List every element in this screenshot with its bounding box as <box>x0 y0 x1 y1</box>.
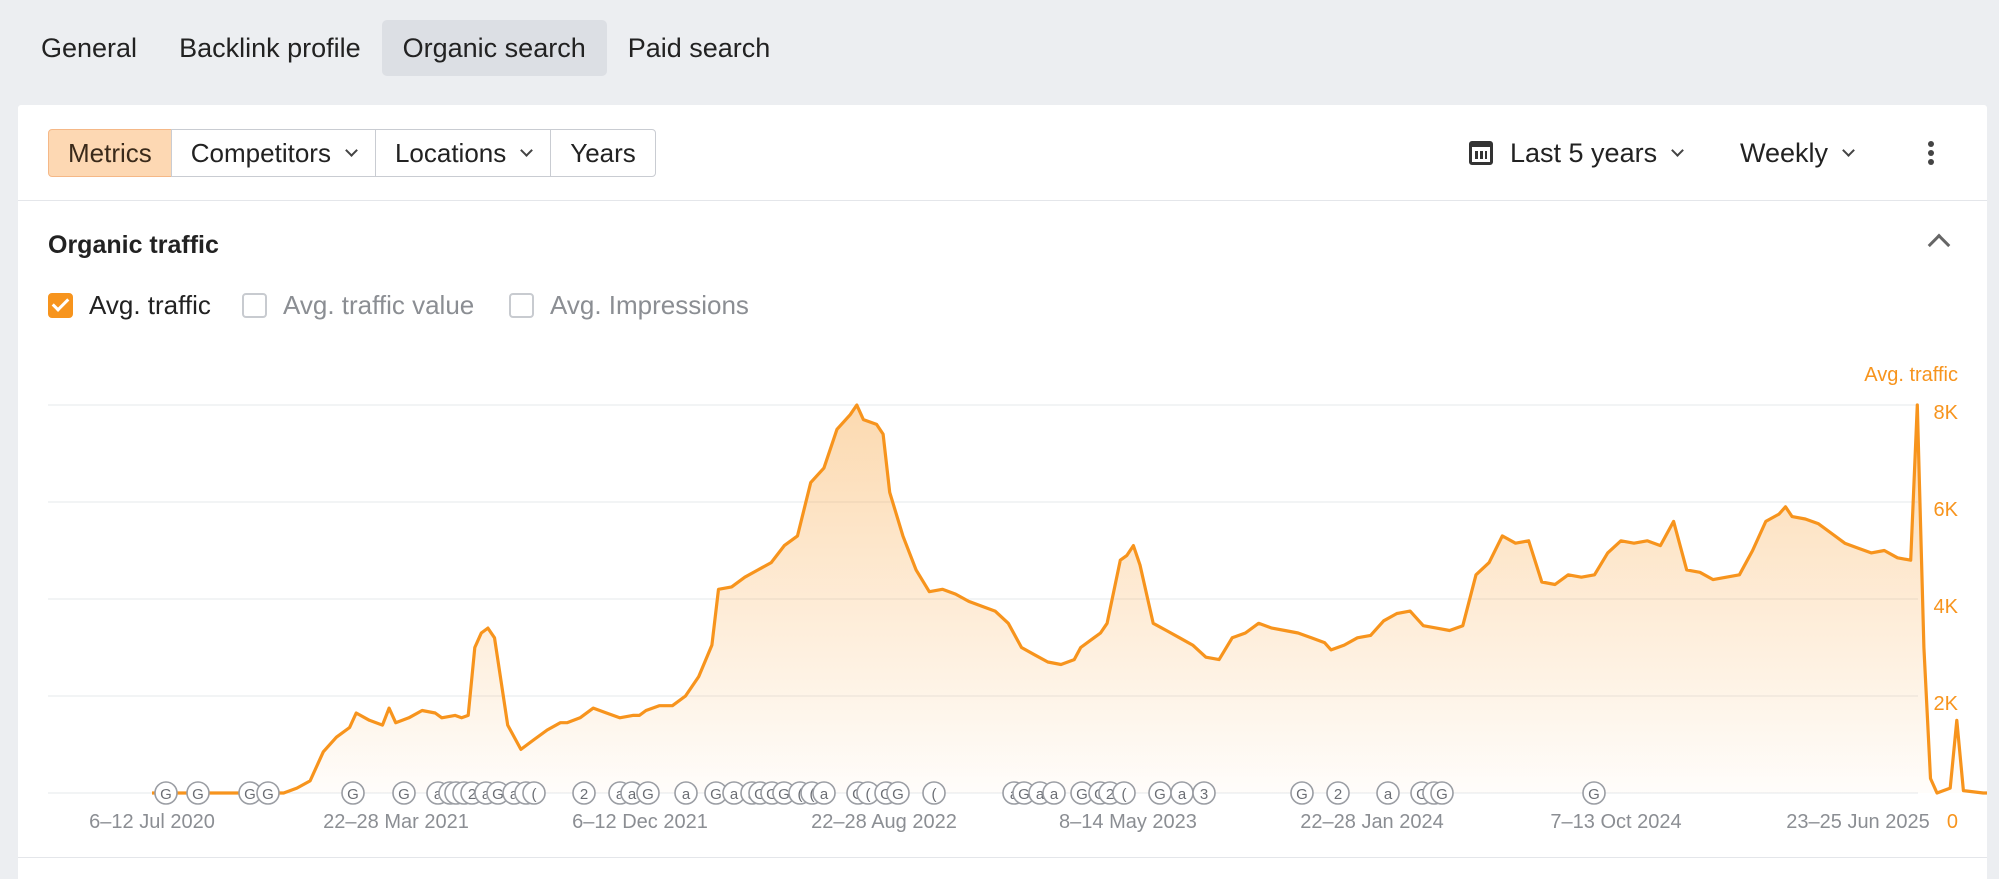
event-marker-label: G <box>1588 786 1600 803</box>
event-marker-label: G <box>892 786 904 803</box>
event-marker-label: a <box>1050 786 1059 803</box>
report-panel: Metrics Competitors Locations Years Last… <box>18 105 1987 879</box>
x-tick-label: 7–13 Oct 2024 <box>1550 811 1681 833</box>
event-marker-label: 3 <box>1200 786 1208 803</box>
event-marker-label: G <box>1296 786 1308 803</box>
event-marker-label: a <box>730 786 739 803</box>
event-marker-label: a <box>820 786 829 803</box>
x-tick-label: 22–28 Jan 2024 <box>1300 811 1443 833</box>
x-tick-label: 6–12 Jul 2020 <box>89 811 215 833</box>
event-marker-label: G <box>244 786 256 803</box>
event-marker-label: G <box>1154 786 1166 803</box>
event-marker-label: G <box>192 786 204 803</box>
y-tick-label: 0 <box>1947 811 1958 833</box>
nav-tabs: General Backlink profile Organic search … <box>20 20 791 76</box>
event-marker-label: G <box>710 786 722 803</box>
event-marker-label: a <box>1384 786 1393 803</box>
event-marker-label: 2 <box>580 786 588 803</box>
x-tick-label: 6–12 Dec 2021 <box>572 811 708 833</box>
event-marker-label: G <box>642 786 654 803</box>
event-marker-label: G <box>1076 786 1088 803</box>
event-marker-label: ( <box>1122 786 1127 803</box>
x-tick-label: 23–25 Jun 2025 <box>1786 811 1929 833</box>
event-marker-label: a <box>628 786 637 803</box>
event-marker-label: 2 <box>1334 786 1342 803</box>
x-tick-label: 22–28 Mar 2021 <box>323 811 469 833</box>
event-marker-label: G <box>398 786 410 803</box>
event-marker-label: G <box>347 786 359 803</box>
event-marker-label: G <box>160 786 172 803</box>
tab-paid-search[interactable]: Paid search <box>607 20 792 76</box>
y-tick-label: 8K <box>1934 402 1959 424</box>
event-marker-label: a <box>682 786 691 803</box>
y-tick-label: 6K <box>1934 499 1959 521</box>
y-axis-label: Avg. traffic <box>1864 364 1958 386</box>
divider <box>18 857 1987 858</box>
y-tick-label: 4K <box>1934 596 1959 618</box>
event-marker-label: G <box>1436 786 1448 803</box>
event-marker-label: a <box>1178 786 1187 803</box>
organic-traffic-chart: 02K4K6K8KAvg. trafficGGGGGGa(((2aGa((2aa… <box>48 364 1987 833</box>
x-tick-label: 8–14 May 2023 <box>1059 811 1197 833</box>
tab-organic-search[interactable]: Organic search <box>381 20 607 76</box>
x-tick-label: 22–28 Aug 2022 <box>811 811 957 833</box>
tab-general[interactable]: General <box>20 20 158 76</box>
tab-backlink-profile[interactable]: Backlink profile <box>158 20 382 76</box>
y-tick-label: 2K <box>1934 693 1959 715</box>
event-marker-label: G <box>1018 786 1030 803</box>
event-marker-label: ( <box>932 786 937 803</box>
event-marker-label: ( <box>866 786 871 803</box>
event-marker-label: G <box>492 786 504 803</box>
event-marker-label: ( <box>532 786 537 803</box>
event-marker-label: G <box>262 786 274 803</box>
event-marker-label: G <box>778 786 790 803</box>
